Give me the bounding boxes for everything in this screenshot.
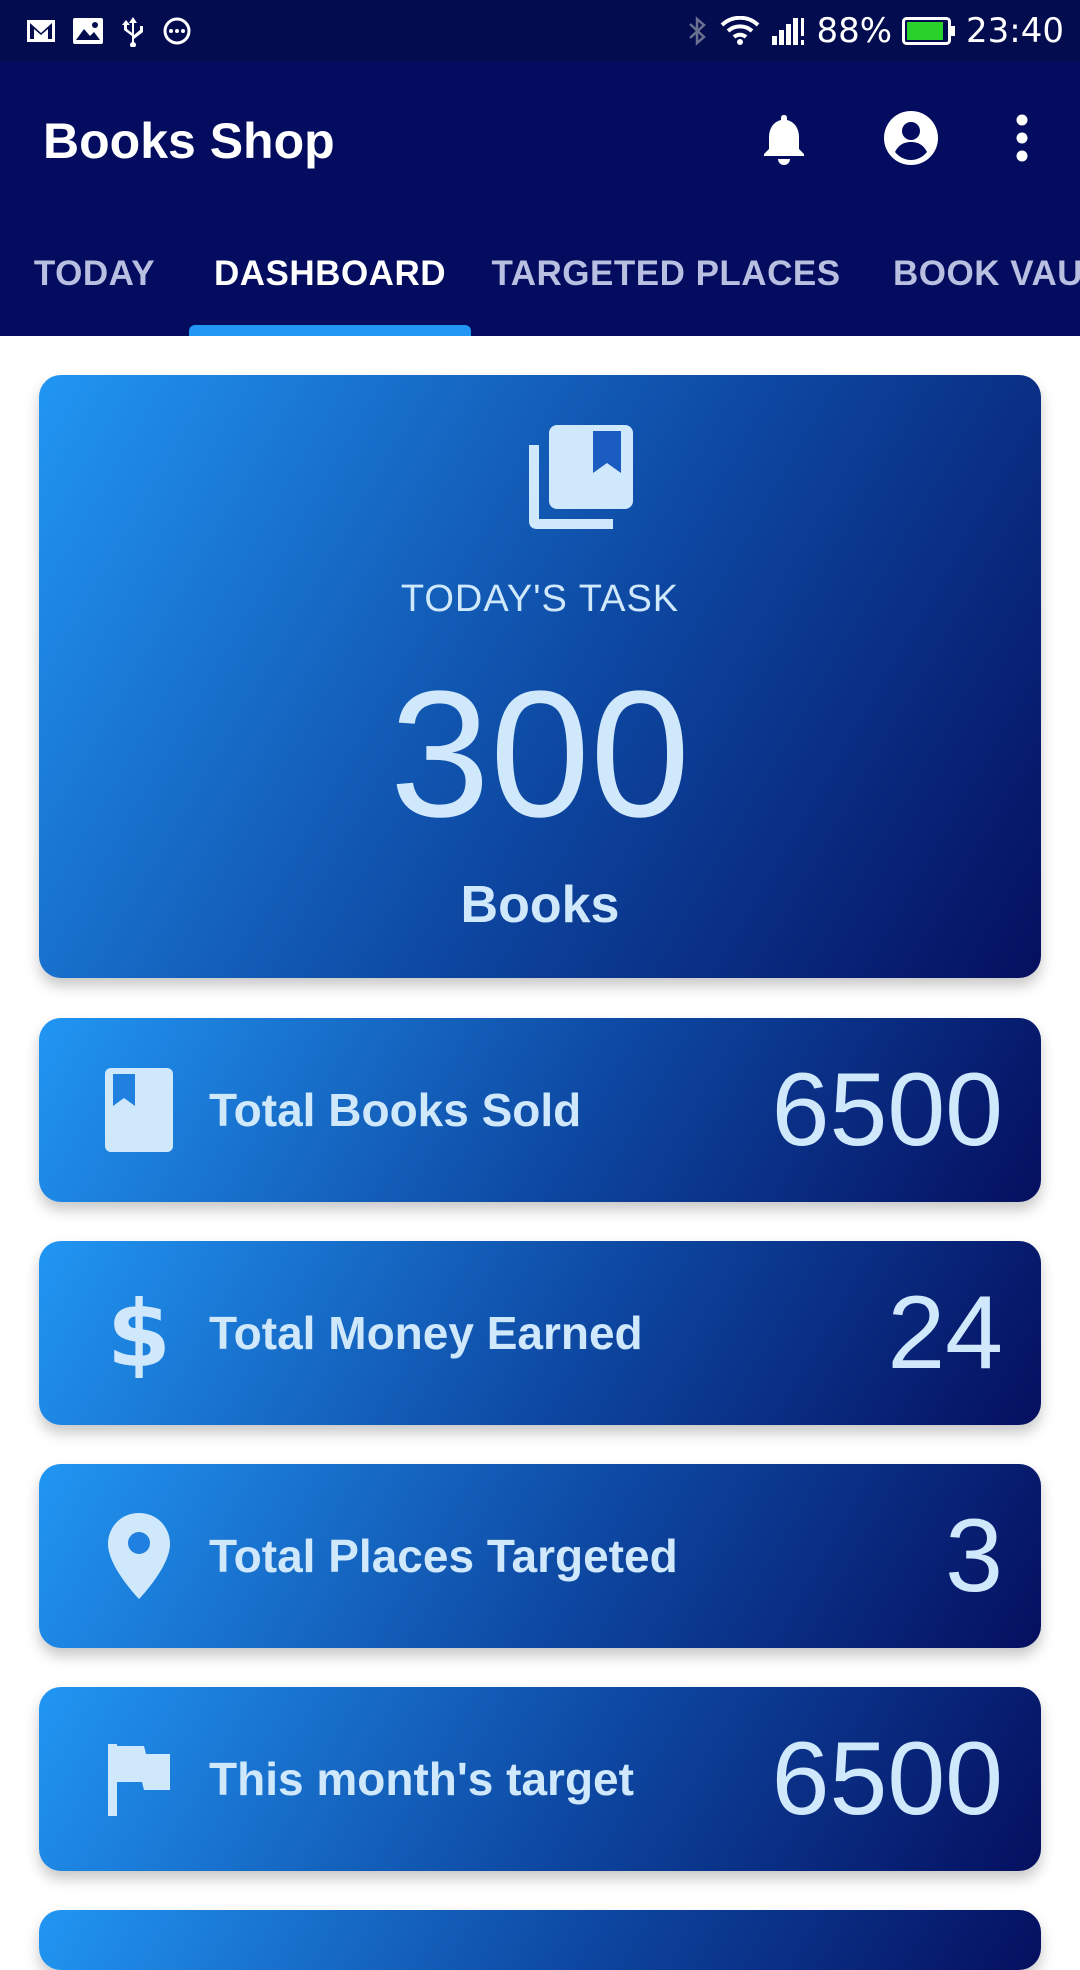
status-left-icons	[26, 15, 192, 47]
tab-bar: TODAY DASHBOARD TARGETED PLACES BOOK VAU…	[0, 212, 1080, 336]
stat-card-money-earned[interactable]: $ Total Money Earned 24	[39, 1241, 1041, 1425]
flag-icon	[89, 1729, 189, 1829]
bell-icon[interactable]	[748, 102, 820, 174]
stat-card-places-targeted[interactable]: Total Places Targeted 3	[39, 1464, 1041, 1648]
place-icon	[89, 1506, 189, 1606]
book-icon	[89, 1060, 189, 1160]
stat-label: Total Books Sold	[209, 1084, 582, 1136]
task-unit: Books	[460, 876, 620, 934]
stat-value: 24	[887, 1274, 1003, 1391]
svg-text:$: $	[111, 1288, 167, 1378]
clock: 23:40	[966, 11, 1064, 51]
app-title: Books Shop	[43, 113, 335, 169]
status-bar: 88% 23:40	[0, 0, 1080, 62]
stat-card-month-target[interactable]: This month's target 6500	[39, 1687, 1041, 1871]
stat-label: This month's target	[209, 1753, 634, 1805]
stat-label: Total Money Earned	[209, 1307, 643, 1359]
tab-book-vault[interactable]: BOOK VAULT	[861, 212, 1080, 336]
task-label: TODAY'S TASK	[400, 578, 680, 620]
image-icon	[72, 17, 104, 45]
tab-targeted-places[interactable]: TARGETED PLACES	[471, 212, 861, 336]
signal-icon	[770, 16, 806, 46]
stat-value: 3	[945, 1497, 1003, 1614]
tab-dashboard[interactable]: DASHBOARD	[189, 212, 471, 336]
battery-percent: 88%	[816, 11, 893, 51]
gmail-icon	[26, 18, 56, 44]
stat-value: 6500	[771, 1720, 1003, 1837]
dollar-icon: $	[89, 1283, 189, 1383]
battery-icon	[902, 17, 956, 45]
stat-card-partial[interactable]	[39, 1910, 1041, 1970]
status-right-icons: 88% 23:40	[686, 11, 1064, 51]
wifi-icon	[720, 16, 760, 46]
tab-indicator	[189, 325, 471, 336]
more-circle-icon	[162, 16, 192, 46]
bluetooth-icon	[686, 15, 710, 47]
stat-card-books-sold[interactable]: Total Books Sold 6500	[39, 1018, 1041, 1202]
more-vert-icon[interactable]	[986, 102, 1058, 174]
todays-task-card[interactable]: TODAY'S TASK 300 Books	[39, 375, 1041, 978]
account-circle-icon[interactable]	[875, 102, 947, 174]
stat-label: Total Places Targeted	[209, 1530, 678, 1582]
task-value: 300	[389, 654, 691, 855]
app-bar: Books Shop TODAY DASHBOARD TARGETED PLAC…	[0, 62, 1080, 336]
usb-icon	[120, 15, 146, 47]
tab-today[interactable]: TODAY	[0, 212, 189, 336]
stat-value: 6500	[771, 1051, 1003, 1168]
library-books-icon	[523, 423, 635, 540]
